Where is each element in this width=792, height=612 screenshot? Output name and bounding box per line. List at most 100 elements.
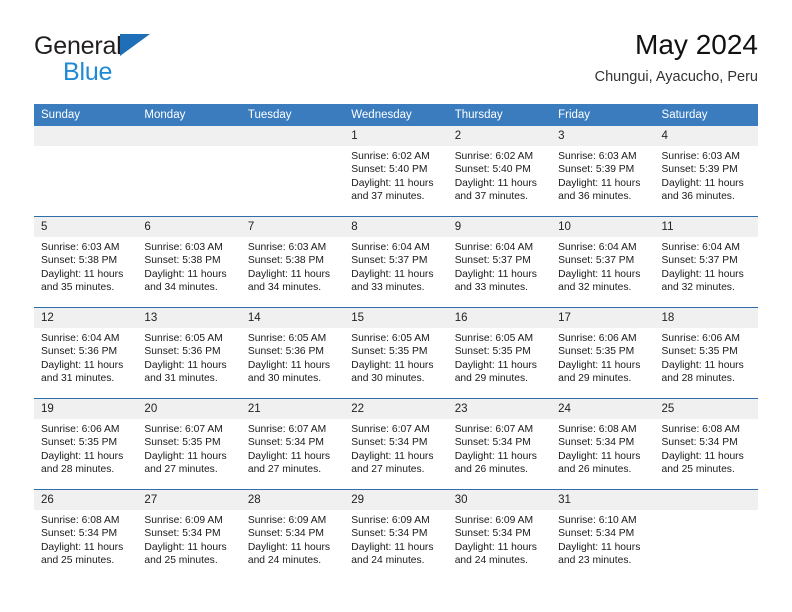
sunrise-text: Sunrise: 6:06 AM [41, 424, 120, 435]
sunset-text: Sunset: 5:34 PM [247, 528, 324, 540]
calendar-day-cell[interactable]: 24 Sunrise: 6:08 AM Sunset: 5:34 PM Dayligh… [551, 398, 655, 490]
sunset-text: Sunset: 5:34 PM [454, 528, 531, 540]
calendar-day-cell[interactable]: 19 Sunrise: 6:06 AM Sunset: 5:35 PM Dayligh… [34, 398, 138, 490]
calendar-day-cell[interactable]: 18 Sunrise: 6:06 AM Sunset: 5:35 PM Dayligh… [654, 307, 758, 399]
calendar-day-cell[interactable]: 20 Sunrise: 6:07 AM Sunset: 5:35 PM Dayligh… [137, 398, 241, 490]
day-number [240, 126, 345, 146]
calendar-week-row: 1 Sunrise: 6:02 AM Sunset: 5:40 PM Daylight… [34, 126, 758, 217]
calendar-day-cell[interactable]: 27 Sunrise: 6:09 AM Sunset: 5:34 PM Dayligh… [137, 489, 241, 580]
calendar-body: 1 Sunrise: 6:02 AM Sunset: 5:40 PM Daylight… [34, 126, 758, 580]
sunrise-text: Sunrise: 6:06 AM [661, 333, 740, 344]
calendar-day-cell[interactable]: 30 Sunrise: 6:09 AM Sunset: 5:34 PM Dayligh… [447, 489, 552, 580]
day-number: 19 [34, 399, 138, 419]
day-number: 4 [654, 126, 758, 146]
logo-text-general: General [34, 32, 122, 60]
column-header-thursday: Thursday [447, 104, 552, 126]
day-number: 21 [240, 399, 345, 419]
sunrise-text: Sunrise: 6:03 AM [661, 151, 740, 162]
daylight-text: Daylight: 11 hours and 29 minutes. [558, 359, 641, 385]
sunrise-text: Sunrise: 6:08 AM [41, 515, 120, 526]
daylight-text: Daylight: 11 hours and 37 minutes. [454, 177, 537, 203]
day-details: Sunrise: 6:03 AM Sunset: 5:38 PM Daylight:… [34, 237, 137, 295]
calendar-day-cell[interactable]: 9 Sunrise: 6:04 AM Sunset: 5:37 PM Daylight… [447, 216, 552, 308]
calendar-day-cell[interactable]: 13 Sunrise: 6:05 AM Sunset: 5:36 PM Dayligh… [137, 307, 241, 399]
calendar-day-cell[interactable]: 28 Sunrise: 6:09 AM Sunset: 5:34 PM Dayligh… [240, 489, 345, 580]
sunset-text: Sunset: 5:38 PM [41, 255, 118, 267]
generalblue-logo: General Blue [34, 34, 264, 92]
column-header-saturday: Saturday [654, 104, 758, 126]
day-number: 30 [447, 490, 552, 510]
day-details: Sunrise: 6:03 AM Sunset: 5:39 PM Daylight:… [655, 146, 758, 204]
sunset-text: Sunset: 5:36 PM [144, 346, 221, 358]
sunrise-text: Sunrise: 6:04 AM [558, 242, 637, 253]
calendar-day-cell[interactable]: 12 Sunrise: 6:04 AM Sunset: 5:36 PM Dayligh… [34, 307, 138, 399]
calendar-day-cell[interactable]: 6 Sunrise: 6:03 AM Sunset: 5:38 PM Daylight… [137, 216, 241, 308]
sunset-text: Sunset: 5:36 PM [247, 346, 324, 358]
calendar-day-cell[interactable]: 29 Sunrise: 6:09 AM Sunset: 5:34 PM Dayligh… [344, 489, 448, 580]
calendar-day-cell[interactable]: 16 Sunrise: 6:05 AM Sunset: 5:35 PM Dayligh… [447, 307, 552, 399]
sunset-text: Sunset: 5:37 PM [454, 255, 531, 267]
calendar-week-row: 19 Sunrise: 6:06 AM Sunset: 5:35 PM Dayligh… [34, 398, 758, 490]
sunset-text: Sunset: 5:35 PM [41, 437, 118, 449]
day-number: 13 [137, 308, 241, 328]
calendar-day-cell[interactable]: 23 Sunrise: 6:07 AM Sunset: 5:34 PM Dayligh… [447, 398, 552, 490]
sunset-text: Sunset: 5:40 PM [351, 164, 428, 176]
calendar-day-cell[interactable]: 1 Sunrise: 6:02 AM Sunset: 5:40 PM Daylight… [344, 126, 448, 217]
calendar-day-cell[interactable]: 25 Sunrise: 6:08 AM Sunset: 5:34 PM Dayligh… [654, 398, 758, 490]
calendar-day-cell[interactable]: 4 Sunrise: 6:03 AM Sunset: 5:39 PM Daylight… [654, 126, 758, 217]
sunset-text: Sunset: 5:38 PM [144, 255, 221, 267]
sunset-text: Sunset: 5:34 PM [41, 528, 118, 540]
calendar-day-cell[interactable]: 3 Sunrise: 6:03 AM Sunset: 5:39 PM Daylight… [551, 126, 655, 217]
calendar-week-row: 26 Sunrise: 6:08 AM Sunset: 5:34 PM Dayligh… [34, 489, 758, 580]
day-details: Sunrise: 6:05 AM Sunset: 5:35 PM Daylight:… [448, 328, 551, 386]
sunrise-text: Sunrise: 6:07 AM [247, 424, 327, 435]
daylight-text: Daylight: 11 hours and 24 minutes. [247, 541, 331, 567]
calendar-cell-empty [137, 126, 241, 217]
calendar-day-cell[interactable]: 10 Sunrise: 6:04 AM Sunset: 5:37 PM Dayligh… [551, 216, 655, 308]
day-number [137, 126, 241, 146]
calendar-day-cell[interactable]: 22 Sunrise: 6:07 AM Sunset: 5:34 PM Dayligh… [344, 398, 448, 490]
daylight-text: Daylight: 11 hours and 26 minutes. [454, 450, 537, 476]
day-number: 14 [240, 308, 345, 328]
day-details: Sunrise: 6:09 AM Sunset: 5:34 PM Daylight:… [137, 510, 240, 568]
calendar-table: Sunday Monday Tuesday Wednesday Thursday… [34, 104, 758, 580]
sunset-text: Sunset: 5:34 PM [558, 437, 635, 449]
calendar-cell-empty [240, 126, 345, 217]
sunrise-text: Sunrise: 6:02 AM [454, 151, 534, 162]
daylight-text: Daylight: 11 hours and 24 minutes. [351, 541, 434, 567]
column-header-sunday: Sunday [34, 104, 138, 126]
daylight-text: Daylight: 11 hours and 34 minutes. [144, 268, 227, 294]
day-number: 15 [344, 308, 448, 328]
day-number: 26 [34, 490, 138, 510]
calendar-day-cell[interactable]: 31 Sunrise: 6:10 AM Sunset: 5:34 PM Dayligh… [551, 489, 655, 580]
day-number: 16 [447, 308, 552, 328]
calendar-day-cell[interactable]: 2 Sunrise: 6:02 AM Sunset: 5:40 PM Daylight… [447, 126, 552, 217]
daylight-text: Daylight: 11 hours and 27 minutes. [351, 450, 434, 476]
daylight-text: Daylight: 11 hours and 30 minutes. [351, 359, 434, 385]
sunrise-text: Sunrise: 6:03 AM [144, 242, 223, 253]
calendar-day-cell[interactable]: 15 Sunrise: 6:05 AM Sunset: 5:35 PM Dayligh… [344, 307, 448, 399]
daylight-text: Daylight: 11 hours and 34 minutes. [247, 268, 331, 294]
sunrise-text: Sunrise: 6:05 AM [144, 333, 223, 344]
sunset-text: Sunset: 5:34 PM [454, 437, 531, 449]
calendar-day-cell[interactable]: 17 Sunrise: 6:06 AM Sunset: 5:35 PM Dayligh… [551, 307, 655, 399]
day-number: 11 [654, 217, 758, 237]
day-details: Sunrise: 6:07 AM Sunset: 5:34 PM Daylight:… [448, 419, 551, 477]
daylight-text: Daylight: 11 hours and 27 minutes. [247, 450, 331, 476]
sunrise-text: Sunrise: 6:04 AM [454, 242, 534, 253]
calendar-day-cell[interactable]: 8 Sunrise: 6:04 AM Sunset: 5:37 PM Daylight… [344, 216, 448, 308]
day-details: Sunrise: 6:08 AM Sunset: 5:34 PM Daylight:… [655, 419, 758, 477]
sunset-text: Sunset: 5:38 PM [247, 255, 324, 267]
calendar-page: General Blue May 2024 Chungui, Ayacucho,… [0, 0, 792, 612]
calendar-day-cell[interactable]: 21 Sunrise: 6:07 AM Sunset: 5:34 PM Dayligh… [240, 398, 345, 490]
calendar-day-cell[interactable]: 7 Sunrise: 6:03 AM Sunset: 5:38 PM Daylight… [240, 216, 345, 308]
calendar-day-cell[interactable]: 14 Sunrise: 6:05 AM Sunset: 5:36 PM Dayligh… [240, 307, 345, 399]
day-details: Sunrise: 6:06 AM Sunset: 5:35 PM Daylight:… [34, 419, 137, 477]
day-details: Sunrise: 6:10 AM Sunset: 5:34 PM Daylight:… [551, 510, 654, 568]
calendar-header-row: Sunday Monday Tuesday Wednesday Thursday… [34, 104, 758, 126]
sunrise-text: Sunrise: 6:04 AM [661, 242, 740, 253]
calendar-day-cell[interactable]: 26 Sunrise: 6:08 AM Sunset: 5:34 PM Dayligh… [34, 489, 138, 580]
calendar-day-cell[interactable]: 5 Sunrise: 6:03 AM Sunset: 5:38 PM Daylight… [34, 216, 138, 308]
day-details: Sunrise: 6:04 AM Sunset: 5:37 PM Daylight:… [344, 237, 447, 295]
calendar-day-cell[interactable]: 11 Sunrise: 6:04 AM Sunset: 5:37 PM Dayligh… [654, 216, 758, 308]
